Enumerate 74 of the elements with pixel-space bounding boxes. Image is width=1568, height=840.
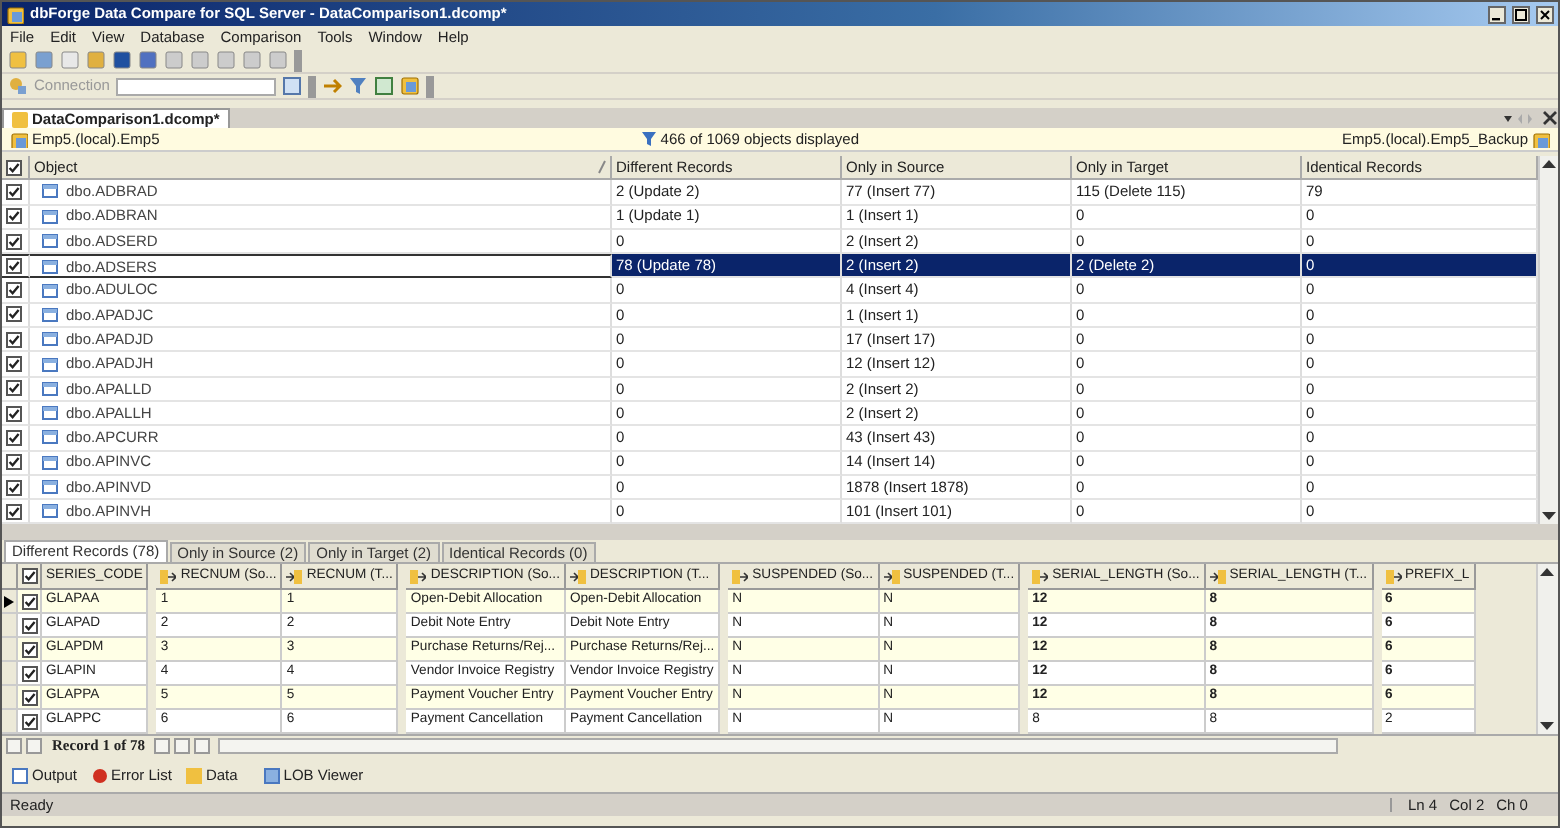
checkbox[interactable] bbox=[6, 282, 22, 299]
table-icon bbox=[42, 234, 58, 249]
checkbox[interactable] bbox=[22, 641, 38, 657]
checkbox[interactable] bbox=[6, 331, 22, 348]
error-icon bbox=[91, 768, 108, 784]
checkbox[interactable] bbox=[6, 258, 22, 275]
app-icon bbox=[6, 5, 24, 23]
arrow-icon[interactable] bbox=[321, 76, 342, 96]
checkbox[interactable] bbox=[6, 380, 22, 397]
close-icon[interactable] bbox=[1536, 5, 1554, 23]
vertical-scrollbar[interactable] bbox=[1538, 156, 1558, 524]
last-record-button[interactable] bbox=[174, 737, 191, 753]
target-column-icon bbox=[286, 569, 303, 583]
database-icon[interactable] bbox=[399, 76, 420, 96]
checkbox[interactable] bbox=[6, 306, 22, 323]
checkbox[interactable] bbox=[6, 356, 22, 373]
table-icon bbox=[42, 357, 58, 372]
checkbox[interactable] bbox=[22, 617, 38, 633]
target-database-icon bbox=[1532, 131, 1550, 147]
table-icon bbox=[42, 184, 58, 199]
target-column-icon bbox=[1209, 569, 1226, 583]
checkbox[interactable] bbox=[22, 713, 38, 729]
checkbox[interactable] bbox=[22, 568, 38, 584]
close-icon[interactable] bbox=[1542, 110, 1558, 126]
table-icon bbox=[42, 430, 58, 445]
checkbox[interactable] bbox=[22, 593, 38, 609]
checkbox[interactable] bbox=[6, 405, 22, 422]
current-row-icon bbox=[4, 595, 14, 607]
column-resize-icon bbox=[598, 160, 606, 175]
checkbox[interactable] bbox=[6, 479, 22, 495]
checkbox[interactable] bbox=[6, 429, 22, 446]
table-icon bbox=[42, 504, 58, 519]
checkbox[interactable] bbox=[6, 454, 22, 471]
table-icon bbox=[42, 283, 58, 298]
checkbox[interactable] bbox=[6, 159, 22, 176]
horizontal-scrollbar[interactable] bbox=[218, 737, 1339, 753]
vertical-scrollbar[interactable] bbox=[1536, 564, 1558, 734]
toolbar-grip-icon bbox=[425, 75, 434, 97]
checkbox[interactable] bbox=[6, 208, 22, 225]
source-column-icon bbox=[410, 569, 427, 583]
checkbox[interactable] bbox=[6, 183, 22, 200]
maximize-icon[interactable] bbox=[1512, 5, 1530, 23]
scroll-up-icon[interactable] bbox=[1538, 564, 1556, 580]
table-icon bbox=[42, 455, 58, 470]
first-record-button[interactable] bbox=[6, 737, 22, 753]
checkbox[interactable] bbox=[6, 503, 22, 520]
checkbox[interactable] bbox=[22, 689, 38, 705]
comparison-icon bbox=[12, 111, 28, 127]
source-column-icon bbox=[1032, 569, 1049, 583]
filter-icon[interactable] bbox=[347, 76, 368, 96]
checkbox[interactable] bbox=[22, 665, 38, 681]
table-icon bbox=[42, 259, 58, 274]
toolbar-grip-icon bbox=[294, 49, 302, 71]
next-record-button[interactable] bbox=[154, 737, 171, 753]
table-icon bbox=[42, 381, 58, 396]
table-icon bbox=[42, 307, 58, 322]
filter-icon bbox=[642, 132, 657, 146]
table-icon bbox=[42, 480, 58, 494]
row-header[interactable] bbox=[2, 590, 18, 614]
source-column-icon bbox=[160, 569, 177, 583]
table-icon bbox=[42, 406, 58, 421]
table-icon bbox=[42, 209, 58, 224]
minimize-icon[interactable] bbox=[1488, 5, 1506, 23]
target-column-icon bbox=[569, 569, 586, 583]
checkbox[interactable] bbox=[6, 233, 22, 250]
target-column-icon bbox=[883, 569, 900, 583]
table-icon bbox=[42, 332, 58, 347]
source-column-icon bbox=[732, 569, 749, 583]
previous-record-button[interactable] bbox=[26, 737, 42, 753]
source-column-icon bbox=[1385, 569, 1402, 583]
toolbar-grip-icon bbox=[307, 75, 316, 97]
scroll-up-icon[interactable] bbox=[1540, 156, 1558, 172]
new-record-button[interactable] bbox=[194, 737, 211, 753]
source-database-icon bbox=[10, 131, 28, 147]
